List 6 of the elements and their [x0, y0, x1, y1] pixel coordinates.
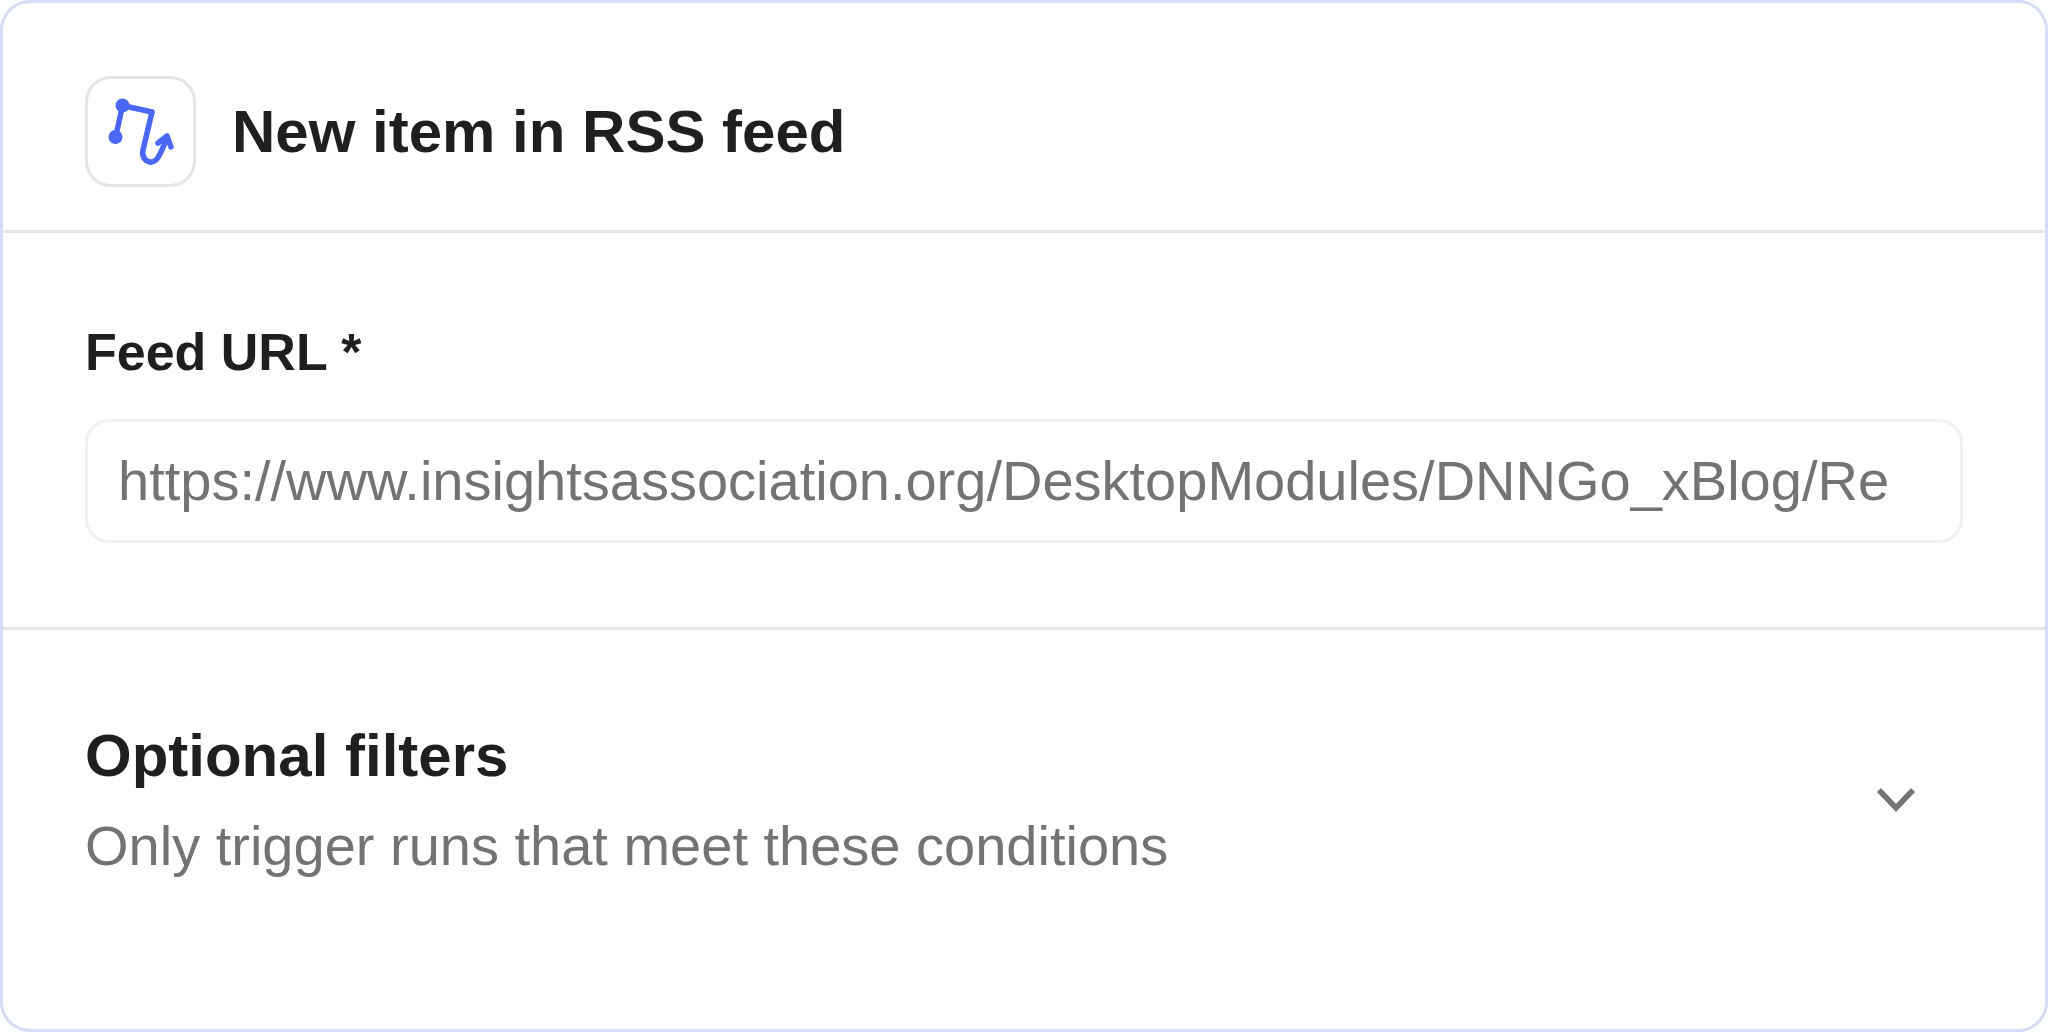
section-description: Only trigger runs that meet these conditions	[85, 813, 1169, 880]
trigger-title: New item in RSS feed	[232, 96, 846, 167]
section-title: Optional filters	[85, 721, 509, 792]
chevron-down-icon[interactable]	[1876, 787, 1916, 813]
field-label: Feed URL *	[85, 322, 362, 383]
url-field[interactable]: https://www.insightsassociation.org/DesktopModules/DNNGo_xBlog/Re	[85, 419, 1963, 544]
